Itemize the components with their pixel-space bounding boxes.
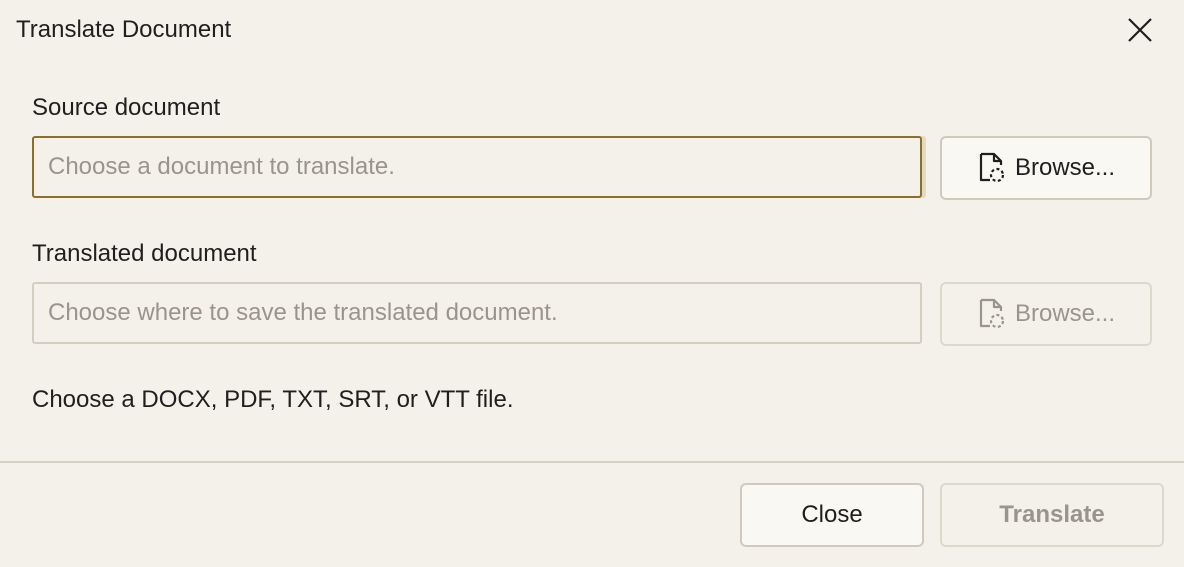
translated-document-input[interactable]: [32, 282, 922, 344]
file-icon: [979, 152, 1005, 183]
source-document-label: Source document: [32, 94, 221, 121]
close-dialog-button[interactable]: [1124, 14, 1156, 46]
source-browse-label: Browse...: [1014, 154, 1116, 181]
footer-divider: [0, 461, 1184, 463]
dialog-title: Translate Document: [16, 16, 232, 43]
file-type-hint: Choose a DOCX, PDF, TXT, SRT, or VTT fil…: [32, 386, 514, 413]
close-button[interactable]: Close: [740, 483, 924, 547]
file-icon: [979, 298, 1005, 329]
translate-document-dialog: Translate Document Source document Brows…: [0, 0, 1184, 567]
translated-document-label: Translated document: [32, 240, 257, 267]
translate-button[interactable]: Translate: [940, 483, 1164, 547]
translated-browse-button[interactable]: Browse...: [940, 282, 1152, 346]
source-browse-button[interactable]: Browse...: [940, 136, 1152, 200]
close-icon: [1128, 18, 1152, 42]
translated-browse-label: Browse...: [1014, 300, 1116, 327]
source-document-input[interactable]: [32, 136, 922, 198]
